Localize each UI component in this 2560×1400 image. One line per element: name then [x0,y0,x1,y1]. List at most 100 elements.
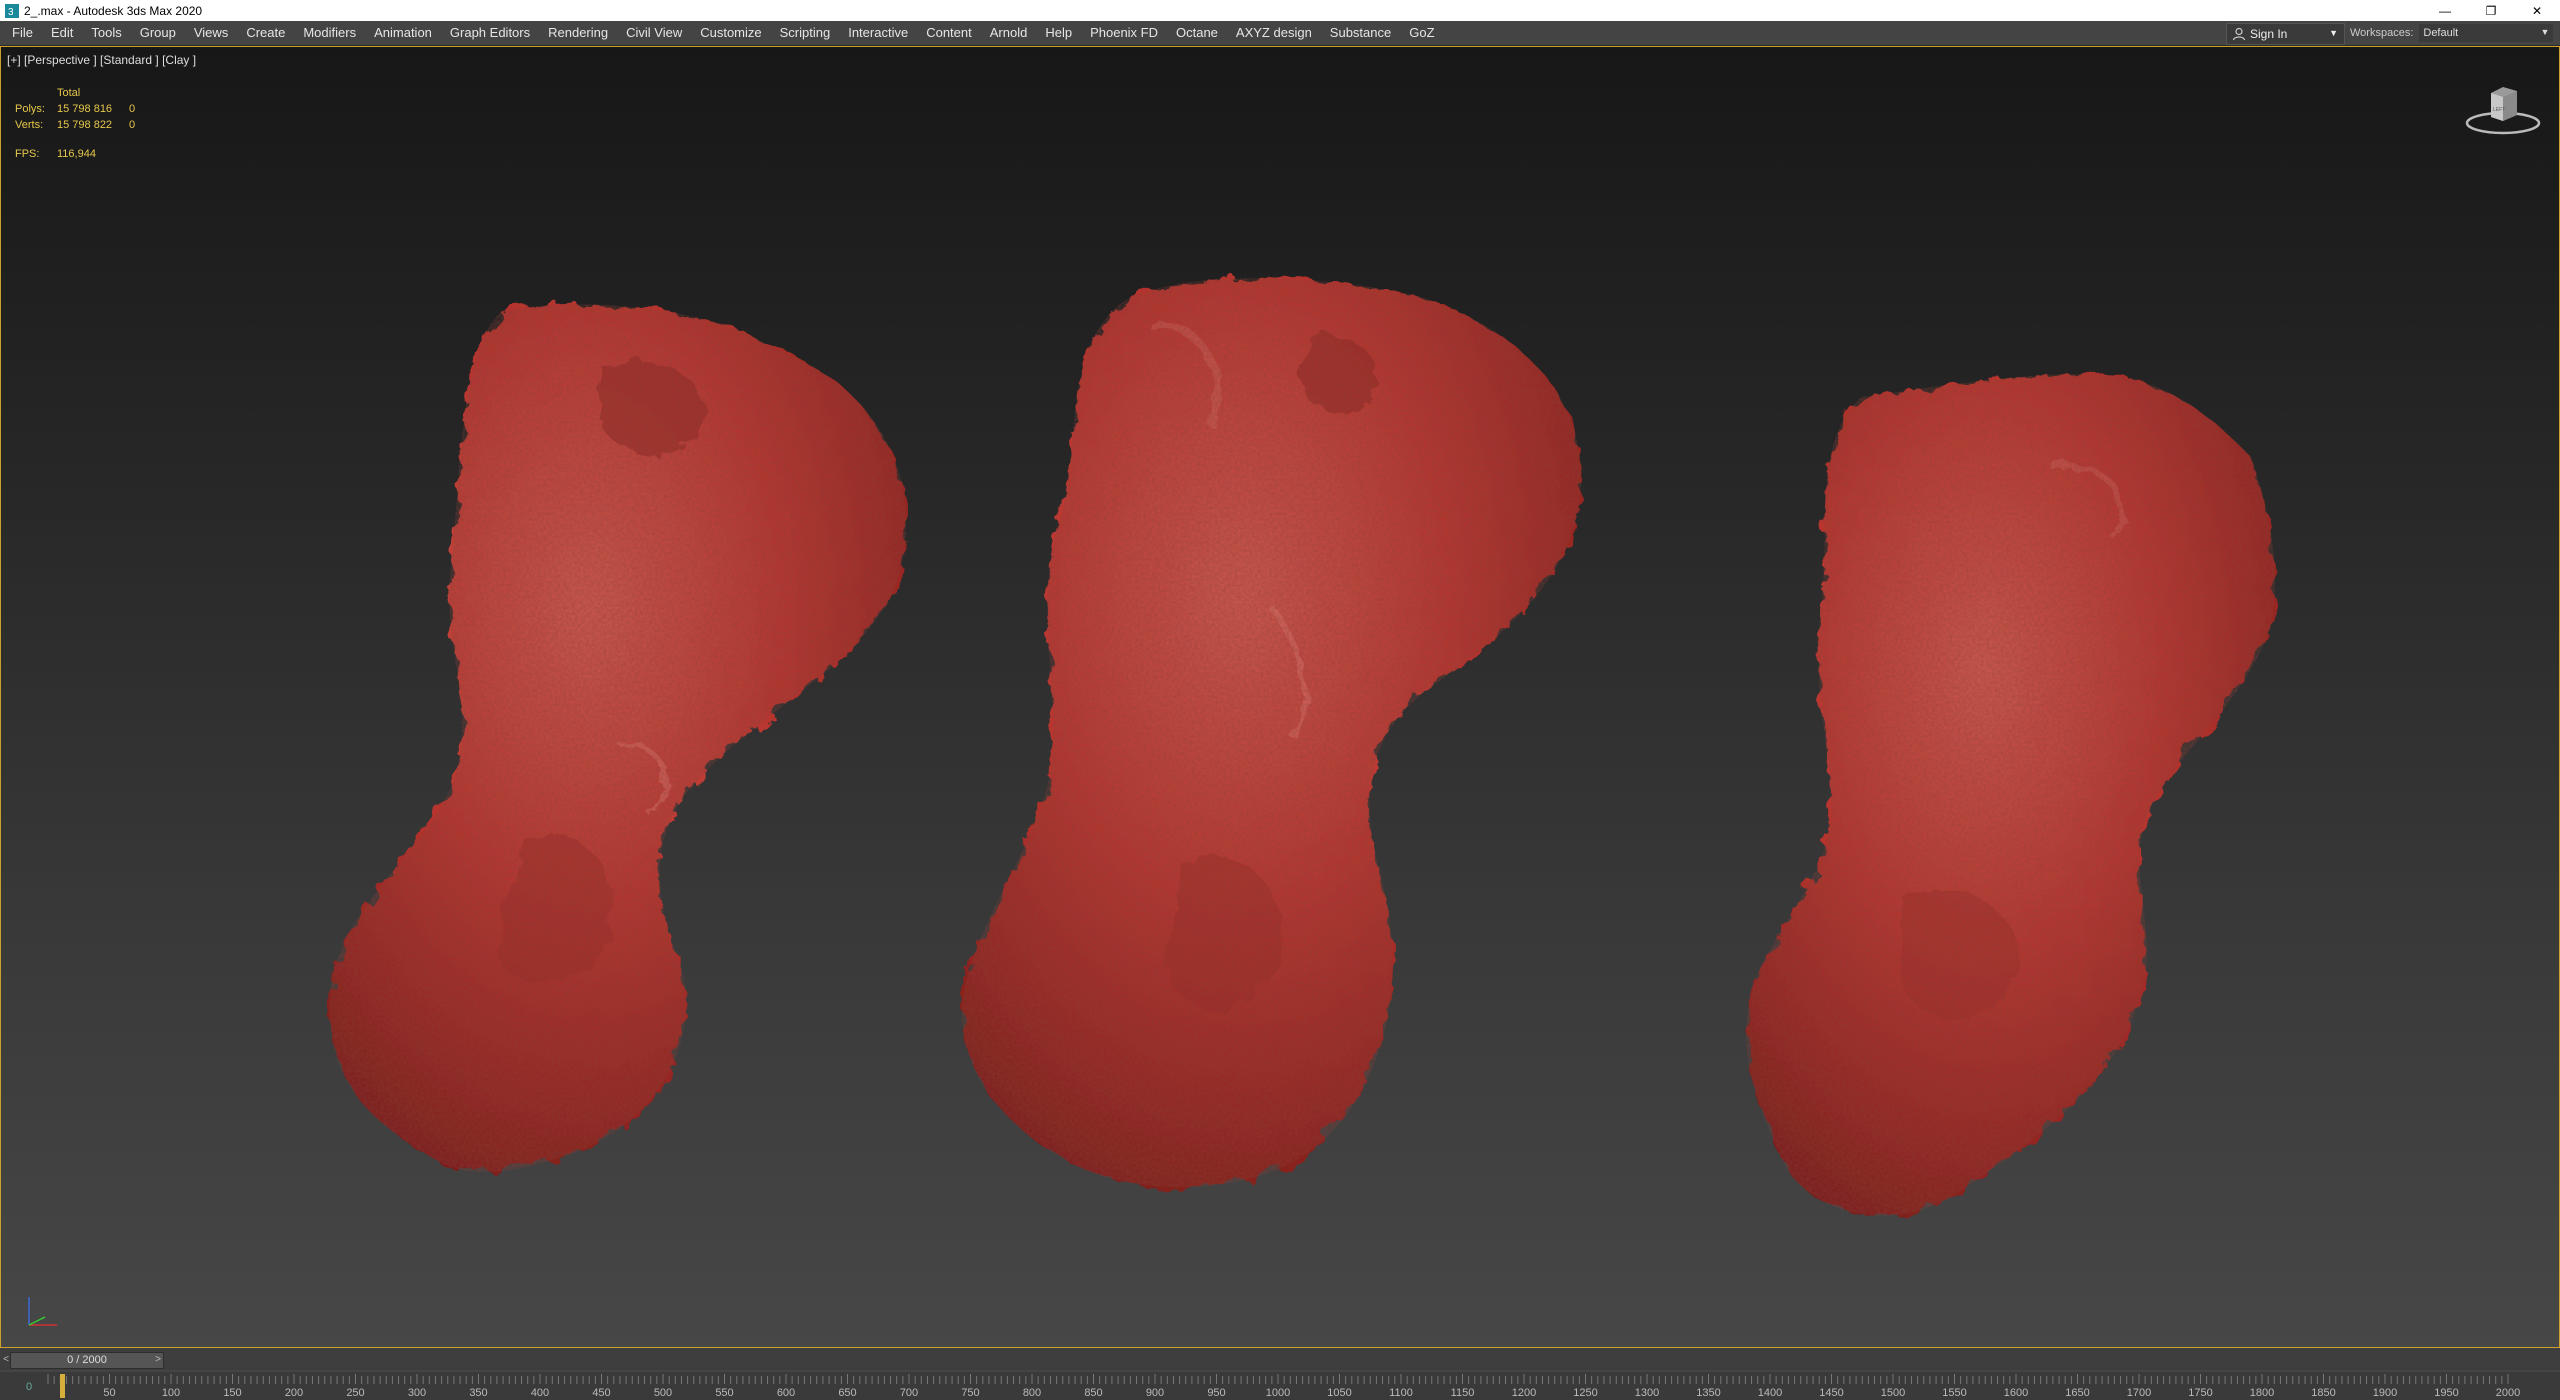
verts-label: Verts: [15,119,44,131]
menu-scripting[interactable]: Scripting [771,21,840,45]
chevron-down-icon: ▼ [2540,27,2550,37]
close-button[interactable]: ✕ [2514,0,2560,21]
menu-group[interactable]: Group [131,21,185,45]
menu-customize[interactable]: Customize [691,21,770,45]
time-slider-bar: < 0 / 2000 > [0,1348,2560,1370]
timeline-tick-label: 700 [900,1387,918,1399]
timeline-tick-label: 1550 [1942,1387,1966,1399]
workspaces-label: Workspaces: [2350,27,2414,39]
timeline-tick-label: 500 [654,1387,672,1399]
timeline-tick-label: 1000 [1266,1387,1290,1399]
timeline-tick-label: 550 [715,1387,733,1399]
fps-readout: FPS: 116,944 [15,148,96,160]
polys-selected: 0 [129,103,136,115]
current-frame-marker[interactable] [60,1374,65,1398]
timeline-tick-label: 1600 [2004,1387,2028,1399]
timeline-tick-label: 150 [223,1387,241,1399]
sign-in-dropdown[interactable]: Sign In ▼ [2226,23,2345,45]
timeline-tick-label: 850 [1084,1387,1102,1399]
timeline-tick-label: 1900 [2373,1387,2397,1399]
menu-views[interactable]: Views [185,21,237,45]
timeline-tick-label: 800 [1023,1387,1041,1399]
sign-in-label: Sign In [2250,27,2288,41]
timeline-tick-label: 1950 [2434,1387,2458,1399]
menu-content[interactable]: Content [917,21,981,45]
timeline-tick-label: 1450 [1819,1387,1843,1399]
menu-arnold[interactable]: Arnold [981,21,1037,45]
timeline-tick-label: 950 [1207,1387,1225,1399]
menu-octane[interactable]: Octane [1167,21,1227,45]
menu-animation[interactable]: Animation [365,21,441,45]
menu-civil-view[interactable]: Civil View [617,21,691,45]
menu-phoenix-fd[interactable]: Phoenix FD [1081,21,1167,45]
chevron-down-icon: ▼ [2329,28,2338,38]
menu-file[interactable]: File [0,21,42,45]
restore-button[interactable]: ❐ [2468,0,2514,21]
timeline-tick-label: 100 [162,1387,180,1399]
timeline-tick-label: 900 [1146,1387,1164,1399]
track-bar[interactable]: 50 100 150 200 250 300 350 400 450 500 550 600 650 70… [0,1372,2560,1400]
menu-create[interactable]: Create [237,21,294,45]
fps-value: 116,944 [57,148,96,160]
timeline-tick-label: 1750 [2188,1387,2212,1399]
timeline-tick-label: 1200 [1512,1387,1536,1399]
minimize-button[interactable]: — [2422,0,2468,21]
menu-axyz-design[interactable]: AXYZ design [1227,21,1321,45]
perspective-viewport[interactable]: [+] [Perspective ] [Standard ] [Clay ] T… [0,46,2560,1348]
timeline-tick-label: 200 [285,1387,303,1399]
timeline-tick-label: 600 [777,1387,795,1399]
menu-tools[interactable]: Tools [82,21,130,45]
timeline-tick-label: 1650 [2065,1387,2089,1399]
timeline-tick-label: 1800 [2250,1387,2274,1399]
timeline-tick-label: 1100 [1389,1387,1413,1399]
workspace-dropdown[interactable]: Default ▼ [2419,24,2554,42]
menu-modifiers[interactable]: Modifiers [294,21,365,45]
workspaces-selector: Workspaces: Default ▼ [2350,23,2558,43]
timeline-tick-label: 650 [838,1387,856,1399]
timeline-tick-label: 1700 [2127,1387,2151,1399]
timeline-tick-label: 1150 [1451,1387,1475,1399]
workspace-value: Default [2423,27,2459,39]
menu-bar: File Edit Tools Group Views Create Modif… [0,21,2560,46]
timeline-tick-label: 1850 [2311,1387,2335,1399]
timeline-tick-label: 1400 [1758,1387,1782,1399]
viewport-label-menu[interactable]: [+] [Perspective ] [Standard ] [Clay ] [7,53,196,67]
timeline-tick-label: 250 [346,1387,364,1399]
menu-help[interactable]: Help [1036,21,1081,45]
menu-goz[interactable]: GoZ [1400,21,1443,45]
timeline-tick-label: 2000 [2496,1387,2520,1399]
timeline-tick-label: 750 [961,1387,979,1399]
timeline-tick-label: 1300 [1635,1387,1659,1399]
next-frame-button[interactable]: > [152,1352,164,1367]
svg-text:3: 3 [8,7,14,18]
menu-rendering[interactable]: Rendering [539,21,617,45]
polys-value: 15 798 816 [57,103,113,115]
timeline-tick-label: 350 [469,1387,487,1399]
timeline-tick-label: 400 [531,1387,549,1399]
verts-value: 15 798 822 [57,119,113,131]
timeline-start-label: 0 [26,1381,32,1393]
time-slider[interactable]: 0 / 2000 [10,1352,164,1369]
viewcube-icon[interactable]: LEFT [2463,81,2543,141]
timeline-tick-label: 450 [592,1387,610,1399]
window-title: 2_.max - Autodesk 3ds Max 2020 [24,3,203,18]
statistics-overlay: Total Polys: 15 798 816 0 Verts: 15 798 … [15,85,135,133]
polys-label: Polys: [15,103,45,115]
menu-edit[interactable]: Edit [42,21,82,45]
fps-label: FPS: [15,148,40,160]
menu-interactive[interactable]: Interactive [839,21,917,45]
verts-selected: 0 [129,119,136,131]
stats-header: Total [57,87,81,99]
timeline-tick-label: 50 [103,1387,115,1399]
user-icon [2232,27,2246,41]
viewcube-face-label: LEFT [2493,107,2505,113]
app-icon: 3 [5,3,19,18]
timeline-tick-label: 1500 [1881,1387,1905,1399]
title-bar: 3 2_.max - Autodesk 3ds Max 2020 — ❐ ✕ [0,0,2560,21]
time-slider-label: 0 / 2000 [67,1354,107,1366]
menu-graph-editors[interactable]: Graph Editors [441,21,539,45]
timeline-tick-label: 1050 [1327,1387,1351,1399]
scene-objects[interactable] [1,47,2559,1347]
menu-substance[interactable]: Substance [1321,21,1400,45]
timeline-tick-label: 1350 [1696,1387,1720,1399]
